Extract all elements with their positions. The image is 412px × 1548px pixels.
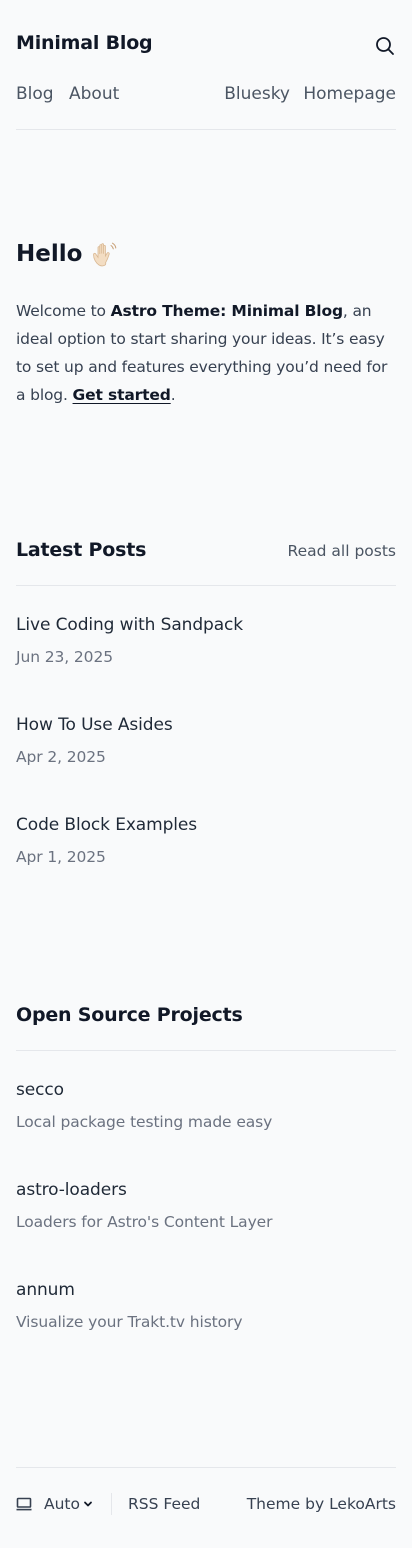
- nav-link-homepage[interactable]: Homepage: [303, 84, 396, 104]
- hero-theme-name: Astro Theme: Minimal Blog: [110, 302, 343, 320]
- project-list-item: astro-loaders Loaders for Astro's Conten…: [16, 1180, 396, 1231]
- footer-divider: [111, 1493, 112, 1515]
- search-button[interactable]: [374, 35, 396, 57]
- get-started-link[interactable]: Get started: [73, 386, 171, 404]
- site-header: Minimal Blog Blog About Bluesky Homepage: [16, 0, 396, 130]
- project-description: Loaders for Astro's Content Layer: [16, 1213, 273, 1231]
- post-date: Jun 23, 2025: [16, 648, 113, 666]
- site-title[interactable]: Minimal Blog: [16, 32, 153, 54]
- chevron-down-icon: [84, 1501, 92, 1507]
- latest-posts-heading: Latest Posts: [16, 539, 147, 561]
- search-icon: [376, 37, 394, 55]
- theme-credit: Theme by LekoArts: [247, 1495, 396, 1513]
- main-nav: Blog About Bluesky Homepage: [16, 84, 396, 112]
- project-list-item: annum Visualize your Trakt.tv history: [16, 1280, 396, 1331]
- hero-title-text: Hello: [16, 241, 83, 267]
- lekoarts-link[interactable]: LekoArts: [329, 1495, 396, 1513]
- monitor-icon: [16, 1497, 32, 1511]
- post-date: Apr 1, 2025: [16, 848, 106, 866]
- project-name-link[interactable]: secco: [16, 1080, 396, 1100]
- post-list-item: How To Use Asides Apr 2, 2025: [16, 715, 396, 766]
- post-date: Apr 2, 2025: [16, 748, 106, 766]
- project-list-item: secco Local package testing made easy: [16, 1080, 396, 1131]
- post-list-item: Code Block Examples Apr 1, 2025: [16, 815, 396, 866]
- hero-text-suffix: .: [170, 386, 176, 404]
- nav-link-bluesky[interactable]: Bluesky: [224, 84, 290, 104]
- project-name-link[interactable]: astro-loaders: [16, 1180, 396, 1200]
- project-name-link[interactable]: annum: [16, 1280, 396, 1300]
- rss-feed-link[interactable]: RSS Feed: [128, 1495, 200, 1513]
- page: Minimal Blog Blog About Bluesky Homepage…: [0, 0, 412, 1548]
- projects-header: Open Source Projects: [16, 1004, 396, 1051]
- post-title-link[interactable]: Live Coding with Sandpack: [16, 615, 396, 635]
- post-title-link[interactable]: How To Use Asides: [16, 715, 396, 735]
- post-title-link[interactable]: Code Block Examples: [16, 815, 396, 835]
- latest-posts-header: Latest Posts Read all posts: [16, 539, 396, 586]
- site-footer: Auto RSS Feed Theme by LekoArts: [16, 1467, 396, 1538]
- project-description: Local package testing made easy: [16, 1113, 273, 1131]
- read-all-posts-link[interactable]: Read all posts: [288, 542, 396, 560]
- theme-select[interactable]: Auto: [16, 1495, 93, 1513]
- waving-hand-icon: [93, 242, 117, 267]
- hero-intro: Welcome to Astro Theme: Minimal Blog, an…: [16, 297, 396, 409]
- nav-link-about[interactable]: About: [69, 84, 119, 104]
- projects-heading: Open Source Projects: [16, 1004, 243, 1026]
- post-list-item: Live Coding with Sandpack Jun 23, 2025: [16, 615, 396, 666]
- theme-select-value: Auto: [44, 1495, 80, 1513]
- hero-title: Hello: [16, 240, 118, 268]
- project-description: Visualize your Trakt.tv history: [16, 1313, 243, 1331]
- credit-prefix: Theme by: [246, 1495, 330, 1513]
- nav-link-blog[interactable]: Blog: [16, 84, 54, 104]
- hero-text-prefix: Welcome to: [16, 302, 111, 320]
